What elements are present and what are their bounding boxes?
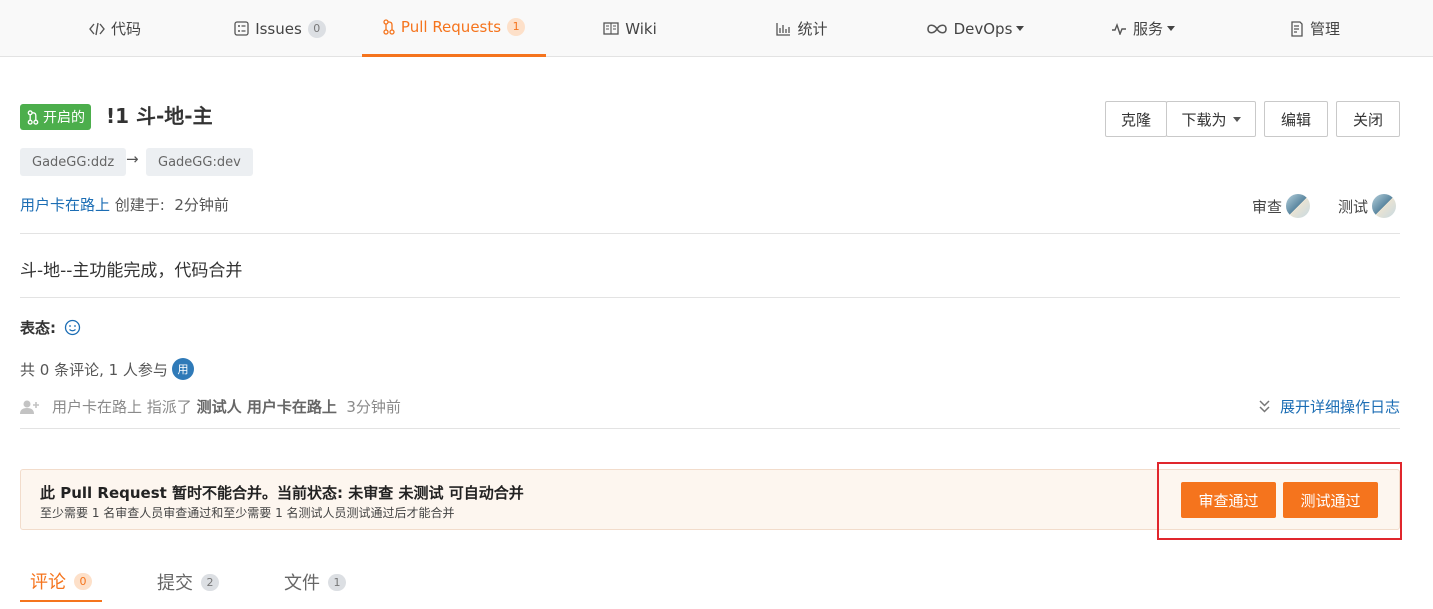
tab-commits-label: 提交 — [157, 573, 193, 594]
nav-tab-service[interactable]: 服务 — [1068, 0, 1218, 57]
merge-status-title: 此 Pull Request 暂时不能合并。当前状态: 未审查 未测试 可自动合… — [40, 484, 524, 502]
tab-files-label: 文件 — [284, 573, 320, 594]
nav-tab-wiki-label: Wiki — [625, 19, 657, 38]
nav-tab-pull-requests[interactable]: Pull Requests 1 — [362, 0, 546, 57]
nav-tab-devops-label: DevOps — [953, 19, 1013, 38]
pulse-icon — [1111, 22, 1127, 35]
comments-count-badge: 0 — [74, 572, 92, 590]
tab-files[interactable]: 文件 1 — [284, 562, 346, 602]
reviewer-review-label: 审查 — [1252, 197, 1283, 216]
divider — [20, 428, 1400, 429]
pull-requests-count-badge: 1 — [507, 18, 526, 36]
participants-text: 共 0 条评论, 1 人参与 — [20, 360, 168, 379]
activity-item: 用户卡在路上 指派了 测试人 用户卡在路上 3分钟前 — [20, 396, 401, 417]
nav-tab-stats[interactable]: 统计 — [727, 0, 877, 57]
smiley-icon[interactable] — [64, 319, 81, 336]
issues-count-badge: 0 — [307, 19, 326, 38]
commits-count-badge: 2 — [201, 573, 219, 591]
download-button-label: 下载为 — [1181, 110, 1227, 129]
source-branch[interactable]: GadeGG:ddz — [20, 148, 127, 176]
approve-review-button[interactable]: 审查通过 — [1181, 482, 1276, 518]
reactions-label: 表态: — [20, 319, 56, 337]
close-pr-button[interactable]: 关闭 — [1336, 101, 1400, 137]
created-label: 创建于: — [110, 196, 165, 214]
reviewer-test[interactable]: 测试 — [1338, 194, 1397, 218]
merge-status-subtitle: 至少需要 1 名审查人员审查通过和至少需要 1 名测试人员测试通过后才能合并 — [40, 506, 455, 520]
approve-test-button[interactable]: 测试通过 — [1283, 482, 1378, 518]
clone-button-label: 克隆 — [1120, 110, 1151, 129]
bar-chart-icon — [776, 22, 791, 36]
tab-comments[interactable]: 评论 0 — [20, 562, 102, 602]
tab-comments-label: 评论 — [30, 572, 66, 593]
pull-request-icon — [383, 19, 395, 35]
divider — [20, 297, 1400, 298]
nav-tab-manage-label: 管理 — [1309, 20, 1340, 38]
expand-log-label: 展开详细操作日志 — [1279, 398, 1400, 416]
nav-tab-code-label: 代码 — [110, 20, 141, 38]
tab-commits[interactable]: 提交 2 — [157, 562, 219, 602]
expand-log-link[interactable]: 展开详细操作日志 — [1259, 396, 1400, 417]
pr-title: !1 斗-地-主 — [106, 104, 213, 128]
code-icon — [89, 22, 105, 36]
nav-tab-manage[interactable]: 管理 — [1240, 0, 1390, 57]
pull-request-icon — [27, 109, 39, 125]
approve-review-label: 审查通过 — [1198, 491, 1259, 510]
book-icon — [603, 22, 619, 35]
clone-button[interactable]: 克隆 — [1105, 101, 1167, 137]
approve-test-label: 测试通过 — [1300, 491, 1361, 510]
divider — [20, 233, 1400, 234]
chevron-down-icon — [1167, 26, 1175, 31]
pr-meta: 用户卡在路上 创建于: 2分钟前 — [20, 194, 229, 215]
branch-arrow: → — [126, 150, 139, 168]
activity-time: 3分钟前 — [346, 398, 401, 416]
reviewer-test-label: 测试 — [1338, 197, 1369, 216]
tester-avatar — [1372, 194, 1397, 218]
edit-button-label: 编辑 — [1280, 110, 1311, 129]
pr-status-label: 开启的 — [43, 110, 85, 126]
chevron-down-icon — [1232, 116, 1241, 122]
created-time: 2分钟前 — [174, 196, 229, 214]
nav-tab-issues-label: Issues — [255, 19, 302, 38]
nav-tab-issues[interactable]: Issues 0 — [205, 0, 355, 57]
nav-tab-stats-label: 统计 — [797, 20, 828, 38]
pr-description: 斗-地--主功能完成，代码合并 — [20, 261, 243, 281]
pr-status-badge: 开启的 — [20, 104, 91, 130]
nav-tab-code[interactable]: 代码 — [40, 0, 190, 57]
reviewer-avatar — [1286, 194, 1311, 218]
avatar[interactable]: 用 — [171, 358, 194, 380]
repo-nav: 代码 Issues 0 Pull Requests 1 Wiki 统计 DevO… — [0, 0, 1433, 57]
activity-target: 测试人 用户卡在路上 — [196, 398, 337, 416]
close-button-label: 关闭 — [1352, 110, 1383, 129]
nav-tab-wiki[interactable]: Wiki — [555, 0, 705, 57]
issues-icon — [234, 21, 249, 36]
reactions-row: 表态: — [20, 317, 81, 338]
chevron-down-icon — [1016, 26, 1025, 31]
nav-tab-service-label: 服务 — [1132, 20, 1163, 38]
files-count-badge: 1 — [328, 573, 346, 591]
add-user-icon — [20, 400, 39, 414]
author-link[interactable]: 用户卡在路上 — [20, 196, 110, 214]
activity-verb: 指派了 — [146, 398, 192, 416]
reviewer-review[interactable]: 审查 — [1252, 194, 1311, 218]
participants-summary: 共 0 条评论, 1 人参与 用 — [20, 358, 194, 380]
infinity-icon — [926, 23, 948, 35]
download-dropdown-button[interactable]: 下载为 — [1166, 101, 1256, 137]
double-chevron-down-icon — [1259, 400, 1270, 413]
edit-button[interactable]: 编辑 — [1264, 101, 1328, 137]
nav-tab-devops[interactable]: DevOps — [900, 0, 1050, 57]
nav-tab-pull-requests-label: Pull Requests — [400, 18, 502, 36]
target-branch[interactable]: GadeGG:dev — [146, 148, 253, 176]
activity-actor[interactable]: 用户卡在路上 — [52, 396, 142, 417]
manage-icon — [1290, 20, 1304, 37]
